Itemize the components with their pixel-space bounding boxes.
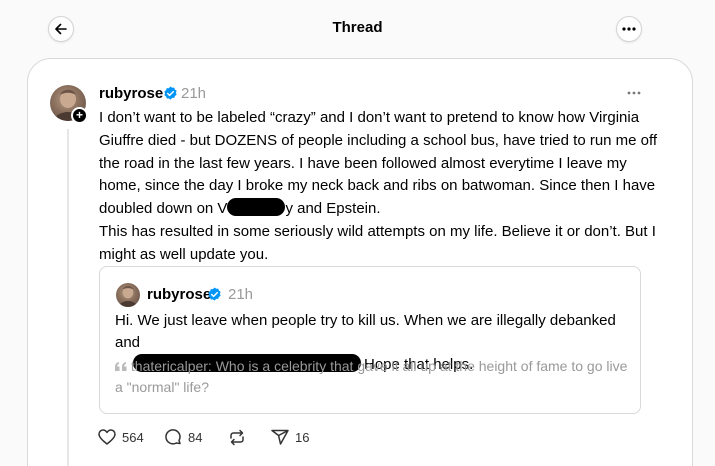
speech-bubble-icon bbox=[165, 429, 181, 445]
follow-plus-button[interactable]: + bbox=[71, 107, 88, 124]
quote-avatar[interactable] bbox=[116, 283, 140, 307]
like-count: 564 bbox=[122, 429, 144, 445]
redaction-mark bbox=[227, 198, 286, 217]
heart-icon bbox=[98, 429, 116, 445]
thread-card: + rubyrose 21h I don’t want to be labele… bbox=[27, 58, 693, 466]
verified-badge-icon bbox=[164, 86, 177, 100]
share-count: 16 bbox=[295, 429, 310, 445]
page-title: Thread bbox=[332, 19, 383, 36]
verified-badge-icon bbox=[208, 287, 221, 301]
quote-timestamp: 21h bbox=[228, 286, 254, 303]
share-button[interactable]: 16 bbox=[271, 429, 309, 445]
ellipsis-icon bbox=[627, 91, 641, 95]
post-body: I don’t want to be labeled “crazy” and I… bbox=[99, 107, 659, 267]
post-timestamp: 21h bbox=[181, 85, 207, 102]
avatar-photo bbox=[118, 286, 138, 307]
post-paragraph-1: I don’t want to be labeled “crazy” and I… bbox=[99, 107, 659, 221]
more-options-button[interactable] bbox=[616, 16, 642, 42]
post-username[interactable]: rubyrose bbox=[99, 85, 163, 102]
quote-text: Hi. We just leave when people try to kil… bbox=[115, 312, 616, 351]
reply-author: thatericalper: bbox=[130, 358, 212, 374]
post-text: y and Epstein. bbox=[285, 200, 381, 218]
repost-icon bbox=[230, 429, 244, 446]
repost-button[interactable] bbox=[228, 429, 246, 446]
quote-mark-icon bbox=[115, 362, 127, 371]
post-more-button[interactable] bbox=[622, 83, 646, 103]
ellipsis-icon bbox=[622, 27, 636, 31]
paper-plane-icon bbox=[271, 429, 289, 445]
quoted-post[interactable]: rubyrose 21h Hi. We just leave when peop… bbox=[99, 266, 641, 414]
quoted-reply: thatericalper: Who is a celebrity that g… bbox=[115, 356, 635, 398]
post-paragraph-2: This has resulted in some seriously wild… bbox=[99, 222, 656, 263]
quote-username[interactable]: rubyrose bbox=[147, 286, 211, 303]
like-button[interactable]: 564 bbox=[98, 429, 144, 445]
comment-button[interactable]: 84 bbox=[165, 429, 202, 446]
comment-count: 84 bbox=[188, 430, 203, 445]
thread-line bbox=[67, 129, 69, 466]
top-bar: Thread bbox=[0, 0, 715, 58]
